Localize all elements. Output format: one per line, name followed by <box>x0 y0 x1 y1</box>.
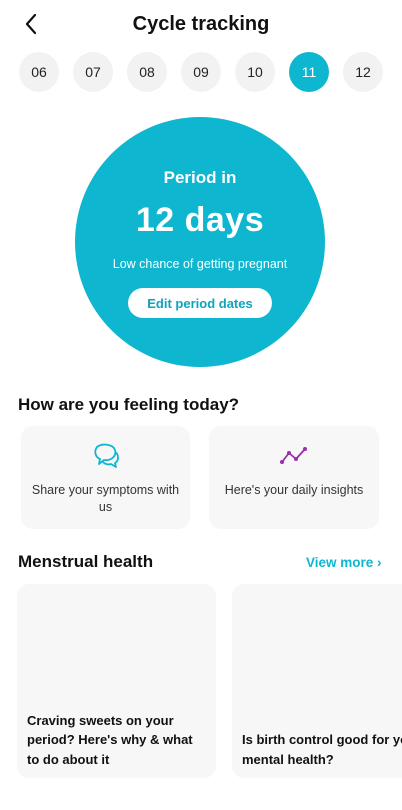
day-chip[interactable]: 09 <box>181 52 221 92</box>
day-chip[interactable]: 10 <box>235 52 275 92</box>
daily-insights-text: Here's your daily insights <box>224 483 364 497</box>
article-carousel[interactable]: Craving sweets on your period? Here's wh… <box>17 584 402 778</box>
day-selector: 06 07 08 09 10 11 12 <box>19 52 389 92</box>
pregnancy-chance-text: Low chance of getting pregnant <box>112 257 288 271</box>
period-label: Period in <box>163 168 237 187</box>
period-status-circle: Period in 12 days Low chance of getting … <box>75 117 325 367</box>
daily-insights-card[interactable]: Here's your daily insights <box>209 426 379 529</box>
feeling-cards: Share your symptoms with us Here's your … <box>21 426 381 529</box>
trend-line-icon <box>209 442 379 470</box>
header: Cycle tracking <box>0 0 402 50</box>
article-title: Craving sweets on your period? Here's wh… <box>27 712 193 767</box>
day-chip[interactable]: 12 <box>343 52 383 92</box>
day-chip[interactable]: 07 <box>73 52 113 92</box>
day-chip[interactable]: 08 <box>127 52 167 92</box>
share-symptoms-card[interactable]: Share your symptoms with us <box>21 426 190 529</box>
article-title: Is birth control good for your mental he… <box>242 732 402 767</box>
days-until-period: 12 days <box>135 201 265 239</box>
page-title: Cycle tracking <box>132 13 270 35</box>
feeling-heading: How are you feeling today? <box>18 395 240 414</box>
article-card[interactable]: Is birth control good for your mental he… <box>232 584 402 778</box>
edit-period-dates-button[interactable]: Edit period dates <box>128 288 272 318</box>
view-more-link[interactable]: View more › <box>306 555 382 570</box>
article-card[interactable]: Craving sweets on your period? Here's wh… <box>17 584 216 778</box>
day-chip-selected[interactable]: 11 <box>289 52 329 92</box>
day-chip[interactable]: 06 <box>19 52 59 92</box>
menstrual-health-heading: Menstrual health <box>18 552 154 571</box>
share-symptoms-text: Share your symptoms with us <box>31 483 180 514</box>
chat-bubbles-icon <box>21 442 190 470</box>
